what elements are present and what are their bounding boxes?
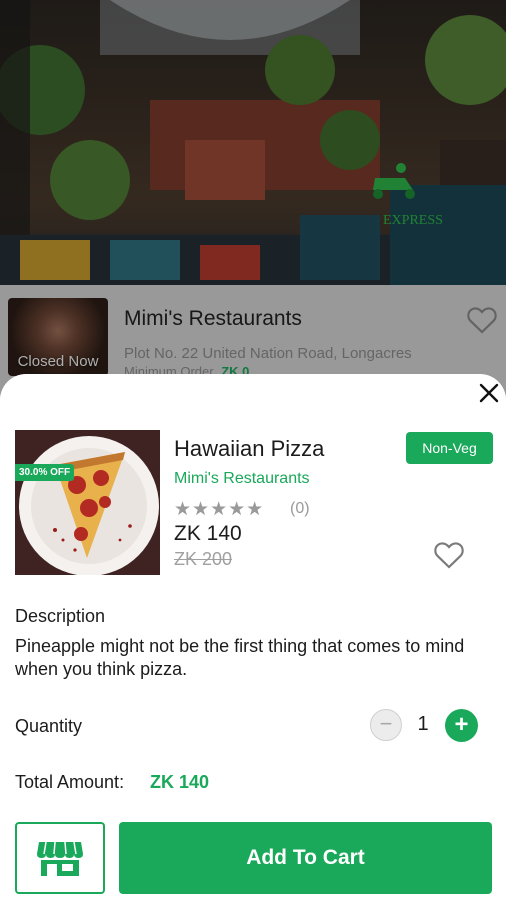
increase-quantity-button[interactable]: + <box>445 709 478 742</box>
original-price: ZK 200 <box>174 549 233 569</box>
add-to-cart-button[interactable]: Add To Cart <box>119 822 492 894</box>
store-icon <box>37 841 83 876</box>
product-bottom-sheet: 30.0% OFF Hawaiian Pizza Non-Veg Mimi's … <box>0 374 506 900</box>
description-text: Pineapple might not be the first thing t… <box>15 636 465 679</box>
total-amount-value: ZK 140 <box>150 772 210 792</box>
close-icon[interactable] <box>476 380 502 406</box>
quantity-label: Quantity <box>15 716 83 736</box>
rating-count: (0) <box>290 500 310 517</box>
product-restaurant-link[interactable]: Mimi's Restaurants <box>174 470 310 488</box>
description-title: Description <box>15 606 106 626</box>
view-store-button[interactable] <box>15 822 105 894</box>
non-veg-badge: Non-Veg <box>406 432 493 464</box>
favorite-heart-icon[interactable] <box>433 540 465 570</box>
quantity-value: 1 <box>417 713 429 735</box>
discount-badge: 30.0% OFF <box>15 464 75 481</box>
product-name: Hawaiian Pizza <box>174 436 325 461</box>
product-image: 30.0% OFF <box>15 430 160 575</box>
total-amount-label: Total Amount: <box>15 772 125 792</box>
star-rating: ★★★★★ <box>174 499 265 520</box>
product-price: ZK 140 <box>174 522 242 545</box>
decrease-quantity-button[interactable]: − <box>370 709 402 741</box>
